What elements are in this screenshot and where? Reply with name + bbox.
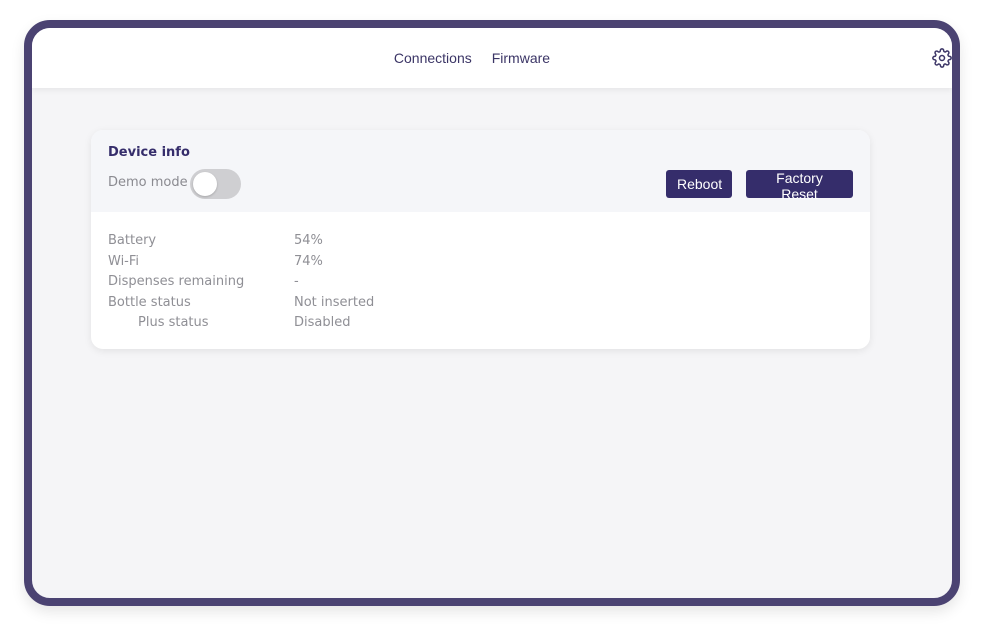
demo-mode-label: Demo mode [108,175,188,190]
info-label: Plus status [138,315,209,330]
info-value: Not inserted [294,294,375,310]
top-navbar: Connections Firmware [32,28,952,88]
demo-mode-toggle[interactable] [190,169,241,199]
nav-links: Connections Firmware [32,28,952,88]
settings-button[interactable] [932,48,952,68]
nav-link-connections[interactable]: Connections [394,50,472,66]
info-label: Dispenses remaining [108,274,245,289]
info-value: 74% [294,253,323,269]
info-value: 54% [294,233,323,248]
info-value: Disabled [294,315,351,330]
card-title: Device info [108,145,190,160]
nav-link-firmware[interactable]: Firmware [492,50,550,66]
factory-reset-button[interactable]: Factory Reset [746,170,853,202]
device-info-card: Device info Demo mode Reboot Factory Res… [91,130,870,349]
toggle-knob [193,172,217,196]
gear-icon [932,48,952,68]
reboot-button[interactable]: Reboot [666,170,732,198]
info-label: Bottle status [108,294,191,310]
info-label: Battery [108,233,157,248]
info-label: Wi-Fi [108,253,140,269]
info-value: - [294,274,299,289]
device-frame: Connections Firmware Device info Demo mo… [24,20,960,606]
card-header: Device info Demo mode Reboot Factory Res… [91,130,870,212]
